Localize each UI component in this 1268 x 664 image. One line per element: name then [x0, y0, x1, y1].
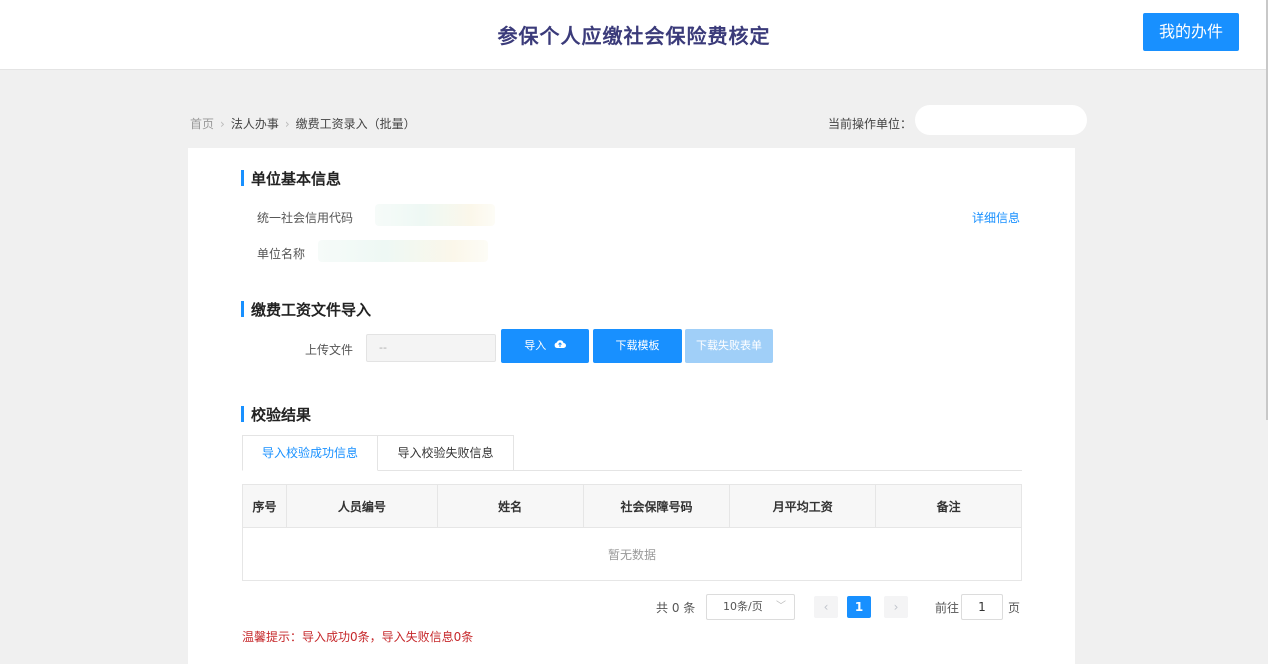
download-template-button[interactable]: 下载模板 — [593, 329, 682, 363]
column-header: 备注 — [875, 484, 1022, 528]
page-title: 参保个人应缴社会保险费核定 — [497, 24, 771, 48]
column-header: 月平均工资 — [729, 484, 877, 528]
goto-label: 前往 — [935, 601, 960, 615]
table-row: 暂无数据 — [242, 527, 1022, 581]
chevron-right-icon: › — [284, 116, 290, 131]
credit-code-label: 统一社会信用代码 — [257, 211, 354, 225]
goto-page-unit: 页 — [1008, 601, 1021, 615]
detail-info-link[interactable]: 详细信息 — [972, 209, 1020, 226]
import-button[interactable]: 导入 — [501, 329, 589, 363]
my-tasks-button[interactable]: 我的办件 — [1143, 13, 1239, 51]
page-size-select[interactable]: 10条/页 ﹀ — [706, 594, 795, 620]
main-panel: 单位基本信息 统一社会信用代码 详细信息 单位名称 缴费工资文件导入 上传文件 … — [188, 148, 1075, 664]
goto-page-input[interactable]: 1 — [961, 594, 1003, 620]
section-title-validation: 校验结果 — [241, 404, 311, 425]
column-header: 人员编号 — [285, 484, 438, 528]
breadcrumb-legal[interactable]: 法人办事 — [231, 115, 279, 132]
upload-file-input[interactable]: -- — [366, 334, 496, 362]
pagination-total: 共 0 条 — [656, 601, 696, 615]
empty-data-text: 暂无数据 — [242, 527, 1022, 581]
warning-tip: 温馨提示：导入成功0条，导入失败信息0条 — [242, 630, 474, 644]
unit-name-value-redacted — [318, 240, 488, 262]
operator-label: 当前操作单位： — [828, 117, 913, 131]
cloud-upload-icon — [554, 329, 566, 363]
column-header: 姓名 — [436, 484, 584, 528]
unit-name-label: 单位名称 — [257, 247, 306, 261]
section-title-basic-info: 单位基本信息 — [241, 168, 341, 189]
result-table: 序号 人员编号 姓名 社会保障号码 月平均工资 备注 暂无数据 — [242, 484, 1022, 581]
next-page-button[interactable]: › — [884, 596, 908, 618]
chevron-down-icon: ﹀ — [776, 601, 786, 612]
breadcrumb-current: 缴费工资录入（批量） — [295, 117, 416, 131]
operator-value-redacted — [915, 105, 1087, 135]
prev-page-button[interactable]: ‹ — [814, 596, 838, 618]
column-header: 社会保障号码 — [582, 484, 731, 528]
download-fail-form-button[interactable]: 下载失败表单 — [685, 329, 773, 363]
tab-import-success[interactable]: 导入校验成功信息 — [242, 435, 378, 471]
page-size-value: 10条/页 — [723, 600, 763, 613]
pagination: 共 0 条 10条/页 ﹀ ‹ 1 › 前往 1 页 — [188, 594, 1075, 620]
section-title-upload: 缴费工资文件导入 — [241, 299, 371, 320]
top-header: 参保个人应缴社会保险费核定 我的办件 — [0, 0, 1268, 70]
credit-code-value-redacted — [375, 204, 495, 226]
validation-tabs: 导入校验成功信息 导入校验失败信息 — [242, 435, 1022, 471]
breadcrumb: 首页 › 法人办事 › 缴费工资录入（批量） — [190, 115, 416, 132]
import-button-label: 导入 — [524, 339, 547, 352]
page-number-button[interactable]: 1 — [847, 596, 871, 618]
column-header: 序号 — [242, 484, 287, 528]
tab-import-fail[interactable]: 导入校验失败信息 — [378, 435, 514, 471]
chevron-right-icon: › — [220, 116, 225, 131]
breadcrumb-home[interactable]: 首页 — [190, 115, 214, 132]
upload-file-label: 上传文件 — [305, 343, 354, 357]
